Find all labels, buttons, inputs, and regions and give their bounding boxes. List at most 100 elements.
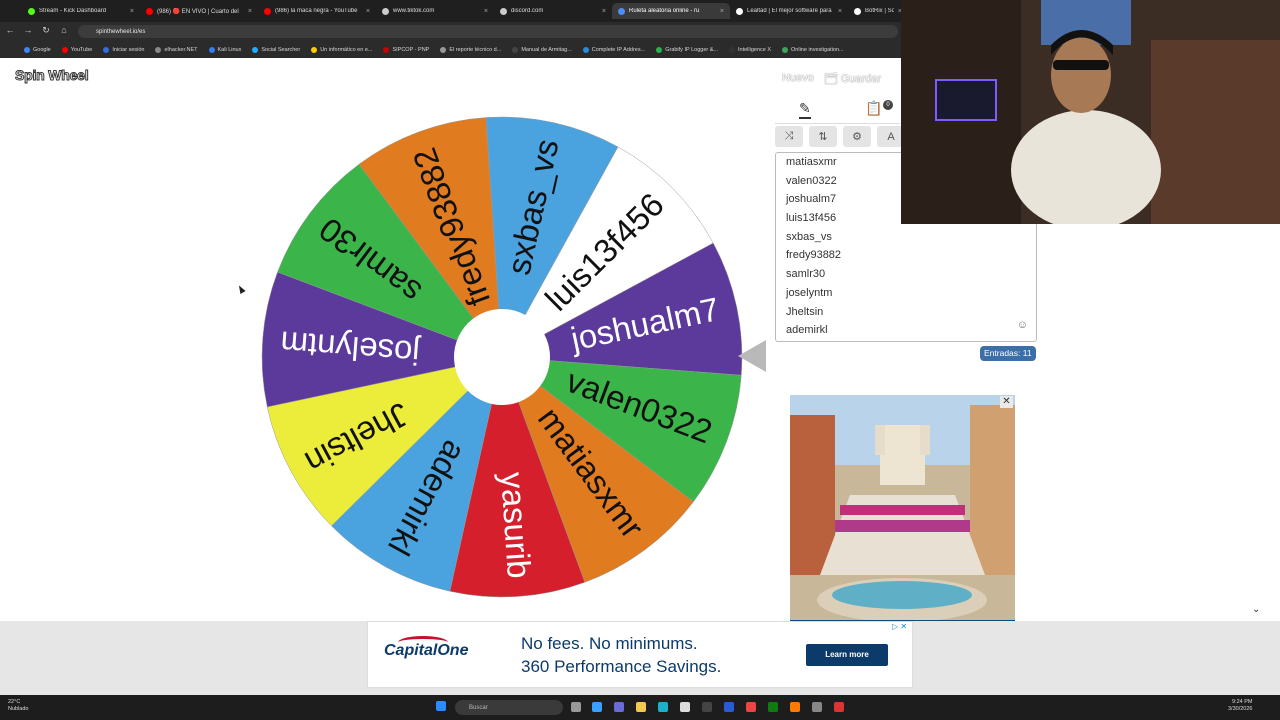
ad-subline: 360 Performance Savings. bbox=[521, 657, 722, 676]
tab-close-icon[interactable]: × bbox=[720, 8, 724, 15]
back-icon[interactable]: ← bbox=[4, 25, 16, 35]
wheel[interactable]: joshualm7 valen0322 matiasxmr yasurib ademir… bbox=[260, 115, 744, 599]
bookmark-item[interactable]: elhacker.NET bbox=[155, 46, 198, 53]
tab-title: discord.com bbox=[511, 8, 544, 14]
wheel-pointer bbox=[738, 340, 766, 372]
adchoices-icon[interactable]: ▷ ✕ bbox=[892, 622, 907, 631]
tab-close-icon[interactable]: × bbox=[838, 8, 842, 15]
app-icon-3[interactable] bbox=[834, 702, 844, 712]
save-button[interactable]: 🗂 Guardar bbox=[824, 72, 881, 85]
entry-line[interactable]: valen0322 bbox=[786, 172, 841, 191]
app-logo[interactable]: Spin Wheel bbox=[14, 67, 89, 84]
ad-close-icon[interactable]: ✕ bbox=[1000, 396, 1013, 408]
entry-line[interactable]: Jheltsin bbox=[786, 303, 841, 322]
bookmark-item[interactable]: Complete IP Addres... bbox=[582, 46, 645, 53]
tab-close-icon[interactable]: × bbox=[602, 8, 606, 15]
tab-close-icon[interactable]: × bbox=[248, 8, 252, 15]
edge-icon[interactable] bbox=[658, 702, 668, 712]
entry-line[interactable]: joselyntm bbox=[786, 284, 841, 303]
settings-icon[interactable]: ⚙ bbox=[843, 126, 871, 147]
chrome-icon[interactable] bbox=[746, 702, 756, 712]
teams-icon[interactable] bbox=[614, 702, 624, 712]
bookmark-favicon-icon bbox=[252, 46, 259, 53]
webcam-scene bbox=[901, 0, 1280, 224]
browser-tab[interactable]: (986) 🔴 EN VIVO | Cuarto del × bbox=[140, 3, 258, 19]
url-text: spinthewheel.io/es bbox=[96, 28, 146, 35]
taskbar-search[interactable]: Buscar bbox=[455, 700, 563, 715]
capitalone-ad[interactable]: CapitalOne No fees. No minimums. 360 Per… bbox=[367, 621, 913, 688]
scroll-down-icon[interactable]: ⌄ bbox=[1252, 604, 1260, 615]
weather-temp: 22°C bbox=[8, 699, 21, 705]
bookmark-item[interactable]: Iniciar sesión bbox=[103, 46, 144, 53]
tab-favicon-icon bbox=[146, 7, 153, 15]
bookmark-favicon-icon bbox=[582, 46, 589, 53]
browser-tab[interactable]: Lealtad | El mejor software para × bbox=[730, 3, 848, 19]
file-explorer-icon[interactable] bbox=[636, 702, 646, 712]
bookmark-favicon-icon bbox=[311, 46, 318, 53]
emoji-icon[interactable]: ☺ bbox=[1017, 319, 1028, 331]
bookmark-item[interactable]: YouTube bbox=[61, 46, 92, 53]
app-icon[interactable] bbox=[702, 702, 712, 712]
copilot-icon[interactable] bbox=[592, 702, 602, 712]
bookmark-item[interactable]: El reporte técnico d... bbox=[440, 46, 501, 53]
vscode-icon[interactable] bbox=[724, 702, 734, 712]
forward-icon[interactable]: → bbox=[22, 25, 34, 35]
entry-line[interactable]: ademirkl bbox=[786, 321, 841, 340]
bookmark-item[interactable]: Grabify IP Logger &... bbox=[656, 46, 718, 53]
entry-line[interactable]: joshualm7 bbox=[786, 190, 841, 209]
tab-favicon-icon bbox=[736, 7, 743, 15]
home-icon[interactable]: ⌂ bbox=[58, 25, 70, 35]
bookmark-item[interactable]: Online investigation... bbox=[782, 46, 844, 53]
bookmark-item[interactable]: Intelligence X bbox=[729, 46, 771, 53]
weather-desc: Nublado bbox=[8, 706, 29, 712]
app-icon-2[interactable] bbox=[812, 702, 822, 712]
entry-line[interactable]: luis13f456 bbox=[786, 209, 841, 228]
weather-widget[interactable]: 22°C Nublado bbox=[8, 699, 29, 713]
edit-tab-icon[interactable]: ✎ bbox=[799, 100, 811, 119]
browser-tab[interactable]: www.tiktok.com × bbox=[376, 3, 494, 19]
browser-tab[interactable]: discord.com × bbox=[494, 3, 612, 19]
bookmark-label: Google bbox=[33, 46, 51, 53]
store-icon[interactable] bbox=[680, 702, 690, 712]
wheel-center[interactable] bbox=[454, 309, 550, 405]
tab-close-icon[interactable]: × bbox=[130, 8, 134, 15]
bookmark-item[interactable]: Google bbox=[24, 46, 51, 53]
bookmark-item[interactable]: Manual de Armitag... bbox=[512, 46, 572, 53]
bookmark-item[interactable]: SIPCOP - PNP bbox=[383, 46, 430, 53]
bookmark-item[interactable]: Un informático en e... bbox=[311, 46, 372, 53]
address-bar[interactable]: spinthewheel.io/es bbox=[78, 25, 898, 38]
results-tab-icon[interactable]: 📋 bbox=[865, 100, 882, 117]
bookmark-item[interactable]: Kali Linux bbox=[208, 46, 241, 53]
browser-tab[interactable]: Stream - Kick Dashboard × bbox=[22, 3, 140, 19]
browser-tab[interactable]: Ruleta aleatoria online - ru × bbox=[612, 3, 730, 19]
panel-tabs: ✎ 📋 bbox=[775, 96, 900, 124]
windows-start-icon[interactable] bbox=[436, 701, 446, 711]
sort-icon[interactable]: ⇅ bbox=[809, 126, 837, 147]
new-button[interactable]: Nuevo bbox=[782, 72, 814, 85]
bookmark-label: Social Searcher bbox=[261, 46, 301, 53]
bookmark-favicon-icon bbox=[208, 46, 215, 53]
entry-line[interactable]: sxbas_vs bbox=[786, 228, 841, 247]
shuffle-icon[interactable]: ⤨ bbox=[775, 126, 803, 147]
xbox-icon[interactable] bbox=[768, 702, 778, 712]
entry-line[interactable]: fredy93882 bbox=[786, 246, 841, 265]
reload-icon[interactable]: ↻ bbox=[40, 25, 52, 36]
browser-tab[interactable]: BotRix | Sort× bbox=[848, 3, 908, 19]
tab-close-icon[interactable]: × bbox=[484, 8, 488, 15]
entry-tools: ⤨ ⇅ ⚙ A bbox=[775, 126, 905, 147]
tab-title: Stream - Kick Dashboard bbox=[39, 8, 107, 14]
entry-line[interactable]: samlr30 bbox=[786, 265, 841, 284]
bookmark-favicon-icon bbox=[383, 46, 390, 53]
entry-line[interactable]: matiasxmr bbox=[786, 153, 841, 172]
bookmark-label: SIPCOP - PNP bbox=[392, 46, 430, 53]
browser-tab[interactable]: (986) la maca negra - YouTube × bbox=[258, 3, 376, 19]
wheel-svg[interactable]: joshualm7valen0322matiasxmryasuribademir… bbox=[260, 115, 744, 599]
tab-close-icon[interactable]: × bbox=[366, 8, 370, 15]
task-view-icon[interactable] bbox=[571, 702, 581, 712]
bookmark-item[interactable]: Social Searcher bbox=[252, 46, 301, 53]
learn-more-button[interactable]: Learn more bbox=[806, 644, 888, 666]
firefox-icon[interactable] bbox=[790, 702, 800, 712]
system-clock[interactable]: 9:24 PM 3/30/2026 bbox=[1228, 699, 1252, 713]
bookmark-favicon-icon bbox=[24, 46, 30, 53]
bookmark-label: Grabify IP Logger &... bbox=[665, 46, 718, 53]
